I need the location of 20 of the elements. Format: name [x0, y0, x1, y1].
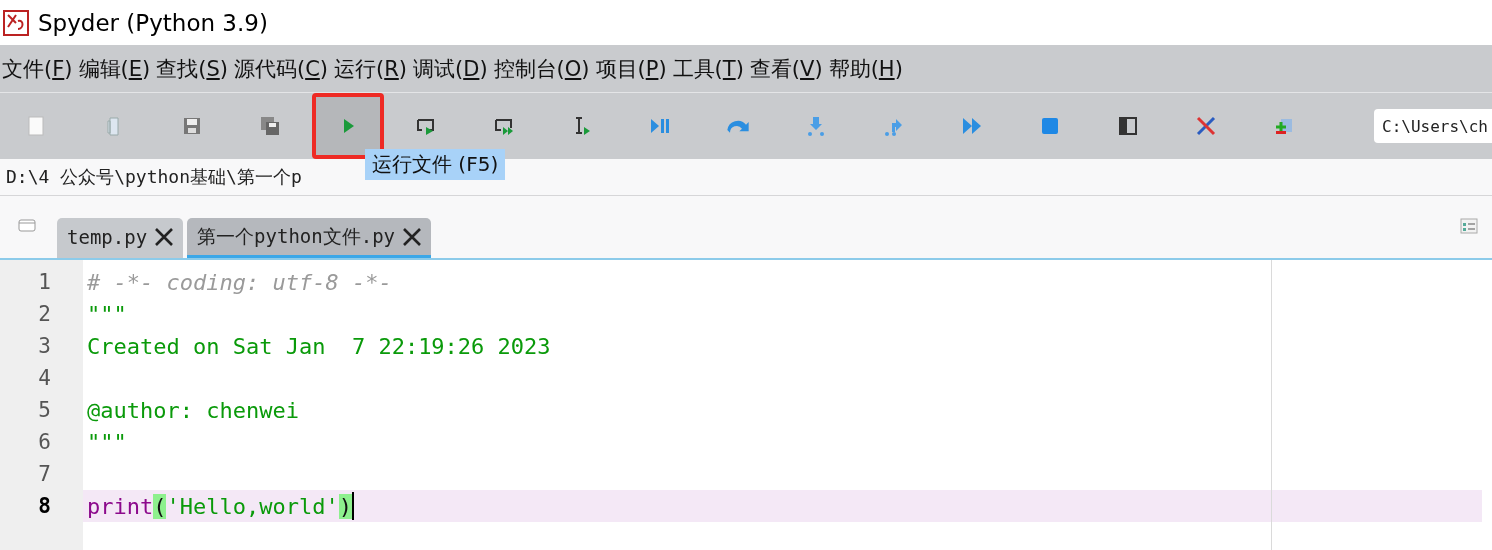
tooltip: 运行文件 (F5): [365, 149, 506, 180]
line-number: 2: [37, 301, 52, 328]
code-text: Created on Sat Jan 7 22:19:26 2023: [87, 333, 551, 359]
line-number: 4: [37, 365, 52, 392]
code-text: @author: chenwei: [87, 397, 299, 423]
code-text: (: [153, 493, 167, 519]
line-number: 7: [37, 461, 52, 488]
window-title: Spyder (Python 3.9): [38, 9, 268, 36]
code-text: """: [87, 429, 127, 455]
code-text: # -*- coding: utf-8 -*-: [87, 269, 392, 295]
code-text: 'Hello,world': [166, 493, 339, 519]
code-text: print: [87, 493, 154, 519]
code-text: ): [338, 493, 352, 519]
line-number: 3: [37, 333, 52, 360]
line-number: 6: [37, 429, 52, 456]
line-number: 8: [37, 493, 52, 520]
file-path: D:\4 公众号\python基础\第一个p: [6, 165, 302, 189]
line-number: 5: [37, 397, 52, 424]
code-text: """: [87, 301, 127, 327]
line-number: 1: [37, 269, 52, 296]
